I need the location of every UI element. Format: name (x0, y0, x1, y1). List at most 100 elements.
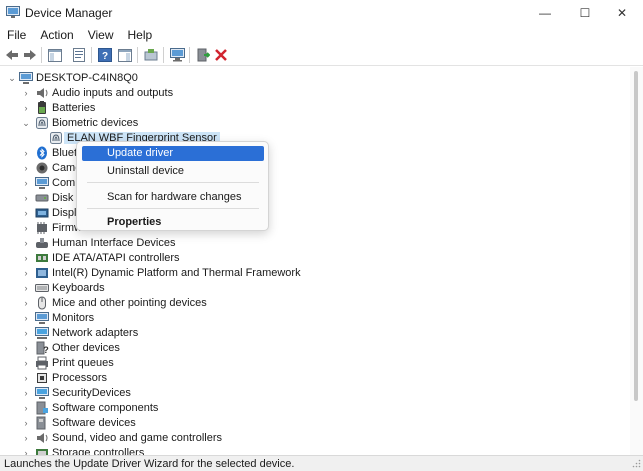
tree-item-intel[interactable]: › Intel(R) Dynamic Platform and Thermal … (0, 266, 630, 281)
device-tree: ⌄ DESKTOP-C4IN8Q0 › Audio inputs and out… (0, 67, 630, 455)
device-manager-app-icon (6, 6, 20, 18)
svg-text:?: ? (43, 345, 49, 355)
tree-item-mice[interactable]: › Mice and other pointing devices (0, 296, 630, 311)
help-icon[interactable]: ? (97, 47, 113, 63)
tree-item-network[interactable]: › Network adapters (0, 326, 630, 341)
chevron-right-icon[interactable]: › (21, 268, 31, 279)
chevron-right-icon[interactable]: › (21, 253, 31, 264)
mouse-icon (38, 296, 46, 310)
forward-icon[interactable] (22, 47, 38, 63)
tree-item-label: Monitors (52, 312, 95, 324)
chevron-right-icon[interactable]: › (21, 388, 31, 399)
scrollbar-thumb[interactable] (634, 71, 638, 401)
hid-icon (36, 238, 48, 248)
network-icon (35, 327, 49, 339)
speaker-icon (37, 88, 48, 98)
tree-item-processors[interactable]: › Processors (0, 371, 630, 386)
show-hide-console-tree-icon[interactable] (47, 47, 63, 63)
tree-item-label: Intel(R) Dynamic Platform and Thermal Fr… (52, 267, 301, 279)
tree-root[interactable]: ⌄ DESKTOP-C4IN8Q0 (0, 71, 630, 86)
tree-item-biometric[interactable]: ⌄ Biometric devices (0, 116, 630, 131)
chevron-down-icon[interactable]: ⌄ (7, 73, 17, 84)
menu-separator (87, 208, 259, 209)
resize-grip-icon[interactable] (632, 459, 641, 468)
enable-device-icon[interactable] (195, 47, 211, 63)
tree-item-keyboards[interactable]: › Keyboards (0, 281, 630, 296)
tree-item-batteries[interactable]: › Batteries (0, 101, 630, 116)
tree-item-other[interactable]: › ? Other devices (0, 341, 630, 356)
menu-help[interactable]: Help (121, 26, 160, 44)
chevron-down-icon[interactable]: ⌄ (21, 118, 31, 129)
close-button[interactable]: ✕ (599, 0, 643, 26)
tree-item-label: Print queues (52, 357, 114, 369)
chevron-right-icon[interactable]: › (21, 373, 31, 384)
tree-item-label: Mice and other pointing devices (52, 297, 207, 309)
monitor-icon (35, 312, 49, 324)
tree-item-print[interactable]: › Print queues (0, 356, 630, 371)
tree-item-audio[interactable]: › Audio inputs and outputs (0, 86, 630, 101)
intel-icon (36, 268, 48, 278)
chevron-right-icon[interactable]: › (21, 433, 31, 444)
chevron-right-icon[interactable]: › (21, 283, 31, 294)
menu-file[interactable]: File (0, 26, 33, 44)
tree-item-label: Human Interface Devices (52, 237, 176, 249)
tree-item-software-components[interactable]: › Software components (0, 401, 630, 416)
chevron-right-icon[interactable]: › (21, 298, 31, 309)
tree-item-ide[interactable]: › IDE ATA/ATAPI controllers (0, 251, 630, 266)
software-device-icon (36, 416, 46, 430)
chevron-right-icon[interactable]: › (21, 178, 31, 189)
menu-separator (87, 182, 259, 183)
camera-icon (36, 162, 48, 174)
chevron-right-icon[interactable]: › (21, 223, 31, 234)
back-icon[interactable] (4, 47, 20, 63)
storage-icon (36, 449, 48, 455)
tree-item-sound[interactable]: › Sound, video and game controllers (0, 431, 630, 446)
properties-menu-item[interactable]: Properties (82, 215, 264, 230)
tree-item-hid[interactable]: › Human Interface Devices (0, 236, 630, 251)
tree-item-label: Audio inputs and outputs (52, 87, 174, 99)
chevron-right-icon[interactable]: › (21, 403, 31, 414)
tree-item-software-devices[interactable]: › Software devices (0, 416, 630, 431)
update-driver-icon[interactable] (143, 47, 159, 63)
chevron-right-icon[interactable]: › (21, 163, 31, 174)
chevron-right-icon[interactable]: › (21, 238, 31, 249)
tree-item-storage[interactable]: › Storage controllers (0, 446, 630, 455)
tree-item-label: Other devices (52, 342, 120, 354)
vertical-scrollbar[interactable] (630, 67, 643, 455)
chevron-right-icon[interactable]: › (21, 358, 31, 369)
tree-item-label: Storage controllers (52, 447, 145, 455)
action-pane-icon[interactable] (117, 47, 133, 63)
toolbar: ? (0, 44, 643, 66)
scan-hardware-menu-item[interactable]: Scan for hardware changes (82, 190, 264, 205)
monitor-icon (35, 177, 49, 189)
uninstall-device-icon[interactable] (213, 47, 229, 63)
tree-item-label: Software devices (52, 417, 136, 429)
update-driver-menu-item[interactable]: Update driver (82, 146, 264, 161)
chevron-right-icon[interactable]: › (21, 103, 31, 114)
chevron-right-icon[interactable]: › (21, 328, 31, 339)
chevron-right-icon[interactable]: › (21, 193, 31, 204)
uninstall-device-menu-item[interactable]: Uninstall device (82, 164, 264, 179)
properties-icon[interactable] (71, 47, 87, 63)
chevron-right-icon[interactable]: › (21, 208, 31, 219)
chevron-right-icon[interactable]: › (21, 448, 31, 455)
tree-item-monitors[interactable]: › Monitors (0, 311, 630, 326)
window-title: Device Manager (25, 6, 113, 20)
battery-icon (38, 101, 46, 114)
menu-action[interactable]: Action (33, 26, 80, 44)
tree-item-label: Biometric devices (52, 117, 139, 129)
tree-item-label: Keyboards (52, 282, 105, 294)
chevron-right-icon[interactable]: › (21, 418, 31, 429)
chevron-right-icon[interactable]: › (21, 88, 31, 99)
disk-icon (35, 194, 49, 202)
chevron-right-icon[interactable]: › (21, 343, 31, 354)
chevron-right-icon[interactable]: › (21, 148, 31, 159)
device-manager-window: Device Manager — ☐ ✕ File Action View He… (0, 0, 643, 471)
scan-hardware-icon[interactable] (169, 47, 185, 63)
chevron-right-icon[interactable]: › (21, 313, 31, 324)
status-text: Launches the Update Driver Wizard for th… (4, 458, 295, 470)
menu-view[interactable]: View (81, 26, 121, 44)
computer-icon (19, 72, 33, 84)
tree-item-security[interactable]: › SecurityDevices (0, 386, 630, 401)
keyboard-icon (35, 284, 49, 292)
